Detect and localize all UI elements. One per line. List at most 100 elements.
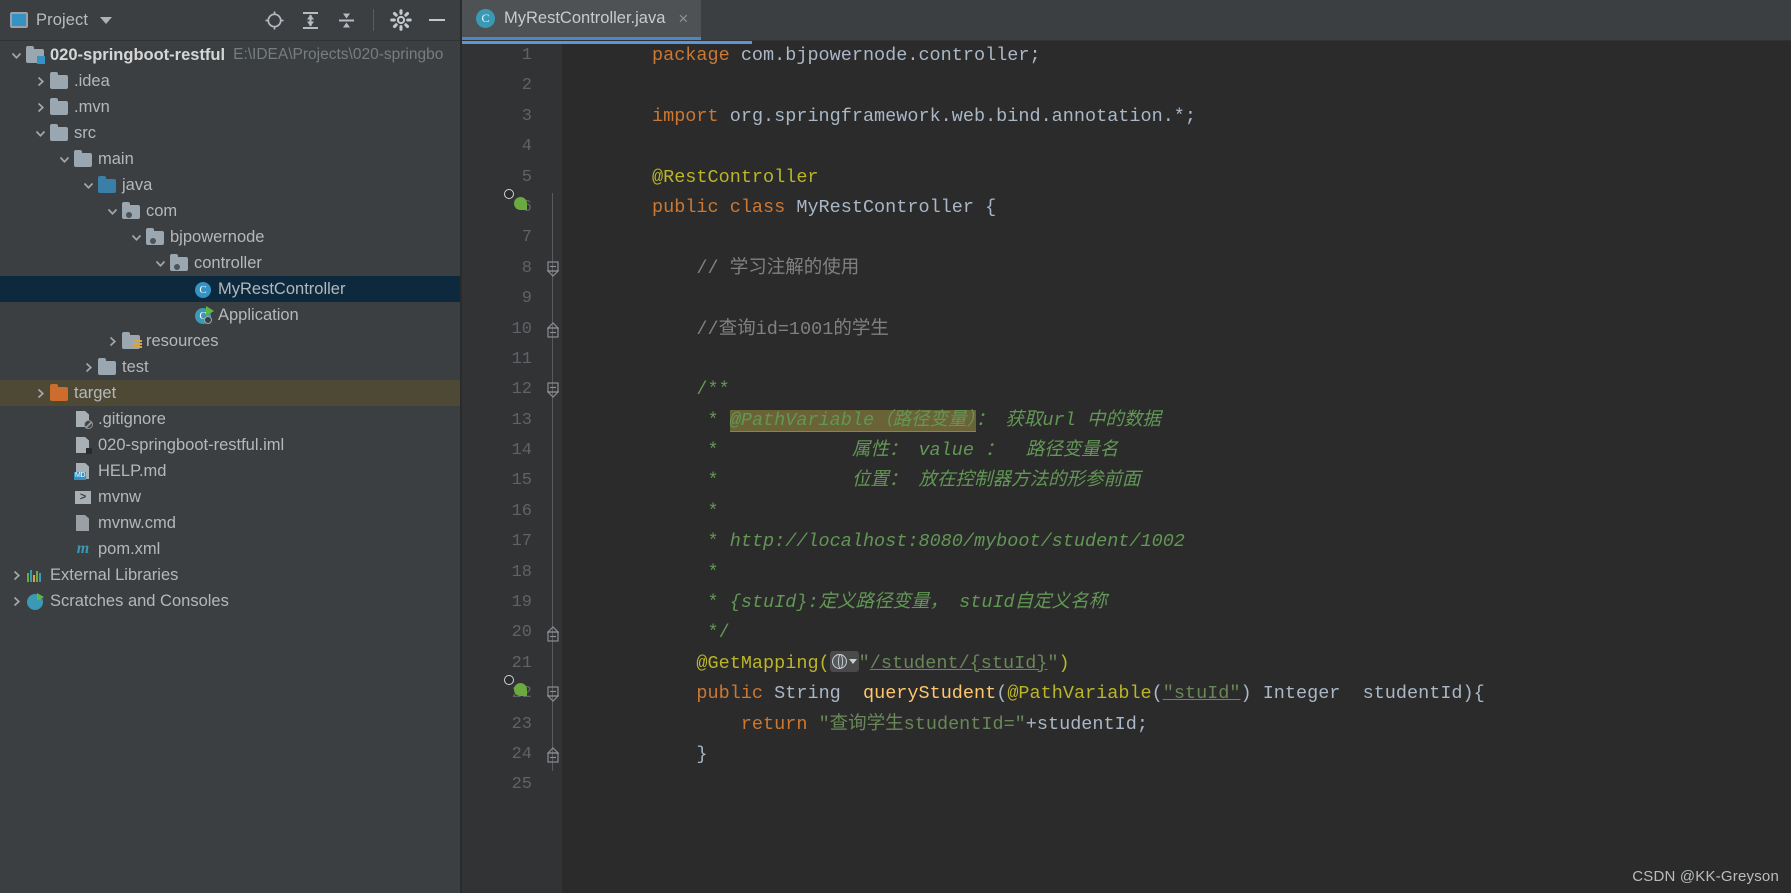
- hide-panel-icon[interactable]: [426, 9, 448, 31]
- chevron-down-icon[interactable]: [8, 47, 24, 63]
- editor-loading-strip: [462, 41, 752, 44]
- code-line-6[interactable]: public class MyRestController {: [562, 193, 1791, 223]
- code-line-10[interactable]: //查询id=1001的学生: [562, 315, 1791, 345]
- chevron-right-icon[interactable]: [32, 99, 48, 115]
- tree-item-myrestcontroller[interactable]: C MyRestController: [0, 276, 460, 302]
- chevron-right-icon[interactable]: [8, 567, 24, 583]
- tree-item-label: resources: [146, 331, 219, 350]
- close-icon[interactable]: ×: [678, 10, 688, 27]
- tree-item-external-libraries[interactable]: External Libraries: [0, 562, 460, 588]
- tree-item-test[interactable]: test: [0, 354, 460, 380]
- tree-item-src[interactable]: src: [0, 120, 460, 146]
- line-number: 8: [521, 258, 532, 278]
- chevron-down-icon[interactable]: [32, 125, 48, 141]
- code-line-5[interactable]: @RestController: [562, 163, 1791, 193]
- code-line-2[interactable]: [562, 71, 1791, 101]
- code-line-1[interactable]: package com.bjpowernode.controller;: [562, 41, 1791, 71]
- line-number: 4: [521, 137, 532, 157]
- code-line-24[interactable]: }: [562, 740, 1791, 770]
- tree-item-application[interactable]: C Application: [0, 302, 460, 328]
- excluded-folder-icon: [50, 384, 68, 402]
- tree-item-020-springboot-restful-iml[interactable]: 020-springboot-restful.iml: [0, 432, 460, 458]
- fold-marker[interactable]: [546, 382, 560, 399]
- maven-file-icon: m: [76, 540, 90, 557]
- chevron-down-icon[interactable]: [56, 151, 72, 167]
- tree-item-java[interactable]: java: [0, 172, 460, 198]
- collapse-all-icon[interactable]: [335, 9, 357, 31]
- line-number: 15: [511, 471, 532, 491]
- spring-mapping-gutter-icon[interactable]: [515, 685, 534, 704]
- chevron-down-icon[interactable]: [152, 255, 168, 271]
- settings-gear-icon[interactable]: [390, 9, 412, 31]
- fold-marker[interactable]: [546, 686, 560, 703]
- code-line-15[interactable]: * 位置： 放在控制器方法的形参前面: [562, 466, 1791, 496]
- code-line-19[interactable]: * {stuId}:定义路径变量， stuId自定义名称: [562, 588, 1791, 618]
- tree-item-bjpowernode[interactable]: bjpowernode: [0, 224, 460, 250]
- code-line-11[interactable]: [562, 345, 1791, 375]
- chevron-down-icon[interactable]: [128, 229, 144, 245]
- code-line-9[interactable]: [562, 284, 1791, 314]
- code-line-12[interactable]: /**: [562, 375, 1791, 405]
- tree-item-mvn[interactable]: .mvn: [0, 94, 460, 120]
- tree-item-controller[interactable]: controller: [0, 250, 460, 276]
- code-line-20[interactable]: */: [562, 618, 1791, 648]
- tree-item-label: target: [74, 383, 117, 402]
- iml-file-icon: [74, 436, 92, 454]
- web-url-globe-icon[interactable]: [829, 651, 859, 673]
- code-line-3[interactable]: import org.springframework.web.bind.anno…: [562, 102, 1791, 132]
- code-line-21[interactable]: @GetMapping("/student/{stuId}"): [562, 649, 1791, 679]
- code-line-13[interactable]: * @PathVariable（路径变量）： 获取url 中的数据: [562, 406, 1791, 436]
- fold-marker[interactable]: [546, 747, 560, 763]
- tree-item-mvnw[interactable]: > mvnw: [0, 484, 460, 510]
- fold-marker[interactable]: [546, 261, 560, 277]
- line-number: 3: [521, 106, 532, 126]
- chevron-down-icon[interactable]: [100, 16, 113, 24]
- tree-item-target[interactable]: target: [0, 380, 460, 406]
- chevron-down-icon[interactable]: [104, 203, 120, 219]
- tree-item-gitignore[interactable]: .gitignore: [0, 406, 460, 432]
- chevron-right-icon[interactable]: [32, 385, 48, 401]
- tree-item-help-md[interactable]: MD HELP.md: [0, 458, 460, 484]
- code-line-23[interactable]: return "查询学生studentId="+studentId;: [562, 710, 1791, 740]
- chevron-right-icon[interactable]: [80, 359, 96, 375]
- spring-bean-gutter-icon[interactable]: [515, 199, 534, 218]
- line-number: 12: [511, 380, 532, 400]
- code-line-22[interactable]: public String queryStudent(@PathVariable…: [562, 679, 1791, 709]
- tree-item-label: controller: [194, 253, 262, 272]
- code-line-7[interactable]: [562, 223, 1791, 253]
- code-line-16[interactable]: *: [562, 497, 1791, 527]
- locate-icon[interactable]: [263, 9, 285, 31]
- code-folding-strip[interactable]: [544, 41, 562, 893]
- code-line-8[interactable]: // 学习注解的使用: [562, 254, 1791, 284]
- chevron-right-icon[interactable]: [104, 333, 120, 349]
- chevron-right-icon[interactable]: [8, 593, 24, 609]
- code-line-18[interactable]: *: [562, 558, 1791, 588]
- tree-item-scratches-and-consoles[interactable]: Scratches and Consoles: [0, 588, 460, 614]
- tab-my-rest-controller[interactable]: C MyRestController.java ×: [462, 0, 702, 40]
- line-number: 10: [511, 319, 532, 339]
- fold-marker[interactable]: [546, 321, 560, 338]
- line-number: 7: [521, 228, 532, 248]
- project-tree[interactable]: 020-springboot-restful E:\IDEA\Projects\0…: [0, 41, 460, 893]
- code-line-4[interactable]: [562, 132, 1791, 162]
- tree-item-020-springboot-restful[interactable]: 020-springboot-restful E:\IDEA\Projects\0…: [0, 42, 460, 68]
- tree-item-main[interactable]: main: [0, 146, 460, 172]
- code-line-14[interactable]: * 属性： value ： 路径变量名: [562, 436, 1791, 466]
- tree-item-idea[interactable]: .idea: [0, 68, 460, 94]
- tree-item-resources[interactable]: resources: [0, 328, 460, 354]
- code-content[interactable]: package com.bjpowernode.controller; impo…: [562, 41, 1791, 893]
- project-panel-title-group[interactable]: Project: [10, 11, 113, 30]
- project-tool-window: Project 020-springboot-restful E:\IDEA\P…: [0, 0, 460, 893]
- project-panel-toolbar: [263, 9, 452, 31]
- chevron-down-icon[interactable]: [80, 177, 96, 193]
- expand-all-icon[interactable]: [299, 9, 321, 31]
- code-line-17[interactable]: * http://localhost:8080/myboot/student/1…: [562, 527, 1791, 557]
- code-line-25[interactable]: [562, 770, 1791, 800]
- line-number-gutter[interactable]: 1234567891011121314151617181920212223242…: [462, 41, 544, 893]
- chevron-right-icon[interactable]: [32, 73, 48, 89]
- tree-item-mvnw-cmd[interactable]: mvnw.cmd: [0, 510, 460, 536]
- tree-item-com[interactable]: com: [0, 198, 460, 224]
- line-number: 2: [521, 76, 532, 96]
- fold-marker[interactable]: [546, 625, 560, 642]
- tree-item-pom-xml[interactable]: m pom.xml: [0, 536, 460, 562]
